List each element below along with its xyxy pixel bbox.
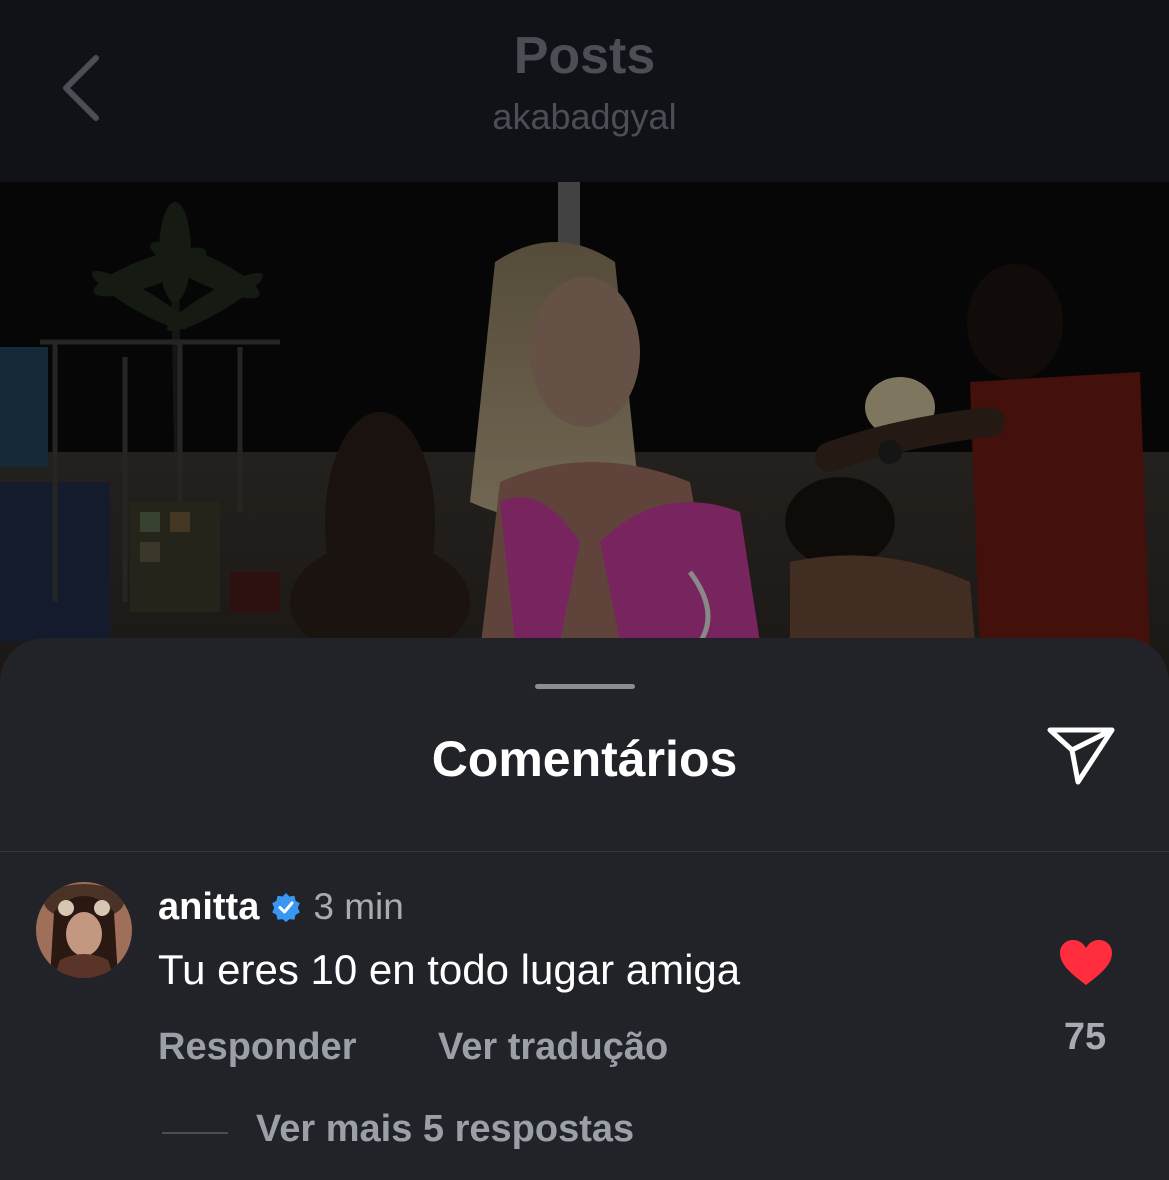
reply-button[interactable]: Responder	[158, 1026, 356, 1069]
replies-indicator-line	[162, 1132, 228, 1134]
comment-text: Tu eres 10 en todo lugar amiga	[158, 946, 741, 993]
comment-timestamp: 3 min	[313, 886, 404, 927]
translate-button[interactable]: Ver tradução	[438, 1026, 668, 1069]
sheet-grabber[interactable]	[535, 684, 635, 689]
top-nav-bar: Posts akabadgyal	[0, 0, 1169, 182]
page-title: Posts	[513, 27, 656, 85]
view-more-replies-button[interactable]: Ver mais 5 respostas	[256, 1108, 634, 1151]
avatar[interactable]	[36, 882, 132, 978]
like-button[interactable]	[1058, 938, 1114, 988]
post-comments-screen: Posts akabadgyal Comentários anitta 3 mi…	[0, 0, 1169, 1180]
comment-username[interactable]: anitta	[158, 886, 259, 929]
comment-header: anitta 3 min	[158, 884, 404, 930]
profile-username: akabadgyal	[492, 96, 677, 137]
like-count: 75	[1063, 1016, 1107, 1058]
comments-title: Comentários	[431, 731, 738, 787]
sheet-divider	[0, 851, 1169, 852]
post-photo[interactable]	[0, 182, 1169, 702]
verified-badge-icon	[271, 892, 301, 922]
send-icon	[1047, 727, 1115, 785]
heart-icon	[1060, 940, 1112, 985]
photo-dim-overlay	[0, 182, 1169, 702]
share-button[interactable]	[1044, 724, 1118, 788]
